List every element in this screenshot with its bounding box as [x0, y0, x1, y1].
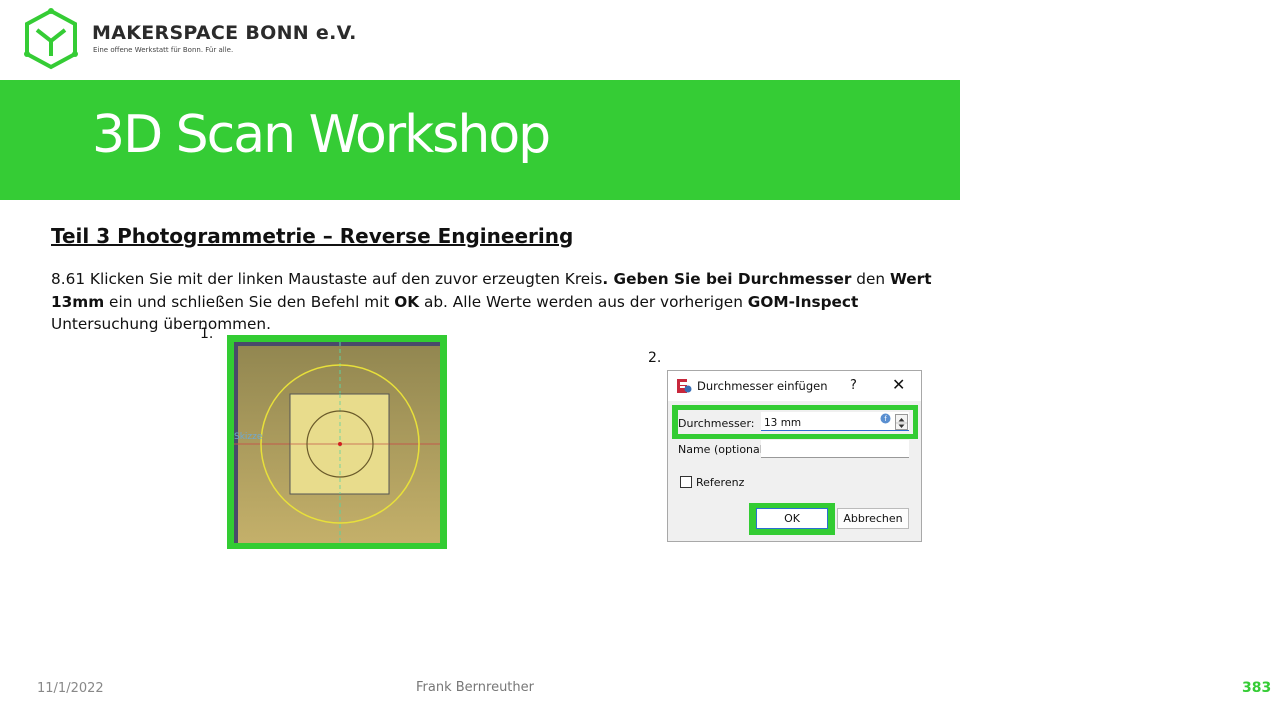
instruction-bold-gom: GOM-Inspect: [747, 292, 859, 311]
step-1-label: 1.: [200, 326, 214, 342]
help-button[interactable]: ?: [850, 378, 857, 393]
spinner-arrows-icon[interactable]: [896, 416, 907, 430]
sketch-canvas[interactable]: Skizze: [234, 342, 440, 543]
durchmesser-label: Durchmesser:: [678, 417, 755, 430]
close-icon[interactable]: ✕: [892, 375, 905, 394]
section-heading: Teil 3 Photogrammetrie – Reverse Enginee…: [51, 224, 574, 248]
cad-viewport[interactable]: Skizze: [234, 342, 440, 543]
footer-author: Frank Bernreuther: [416, 680, 534, 695]
ok-button[interactable]: OK: [756, 508, 828, 529]
freecad-app-icon: [677, 379, 692, 393]
viewport-edge: [234, 342, 440, 346]
viewport-edge: [234, 342, 238, 543]
dialog-title: Durchmesser einfügen: [697, 379, 828, 393]
instruction-part: ein und schließen Sie den Befehl mit: [104, 292, 395, 311]
sketch-label: Skizze: [234, 432, 263, 442]
instruction-part: den: [851, 270, 890, 288]
instruction-part: 8.61 Klicken Sie mit der linken Maustast…: [51, 270, 603, 288]
instruction-text: 8.61 Klicken Sie mit der linken Maustast…: [51, 268, 966, 336]
footer-date: 11/1/2022: [37, 681, 104, 696]
referenz-label[interactable]: Referenz: [696, 476, 744, 489]
instruction-bold-durchmesser: Durchmesser: [737, 270, 852, 288]
referenz-checkbox[interactable]: [680, 476, 692, 488]
name-label: Name (optional): [678, 443, 768, 456]
instruction-part: . Geben Sie bei: [602, 270, 738, 288]
instruction-part: ab. Alle Werte werden aus der vorherigen: [419, 292, 748, 311]
brand-name: MAKERSPACE BONN e.V.: [92, 22, 357, 44]
page-number: 383: [1242, 680, 1272, 696]
brand-tagline: Eine offene Werkstatt für Bonn. Für alle…: [93, 46, 234, 54]
center-point[interactable]: [338, 442, 342, 446]
expression-icon[interactable]: f: [880, 413, 891, 424]
cancel-button[interactable]: Abbrechen: [837, 508, 909, 529]
value-spinner[interactable]: [895, 414, 908, 430]
durchmesser-value[interactable]: 13 mm: [764, 417, 801, 429]
instruction-part: Untersuchung übernommen.: [51, 315, 271, 334]
instruction-bold-ok: OK: [394, 292, 420, 311]
step-2-label: 2.: [648, 350, 662, 366]
name-input[interactable]: [761, 440, 909, 458]
slide-title: 3D Scan Workshop: [92, 105, 551, 165]
makerspace-logo-icon: [24, 8, 78, 70]
